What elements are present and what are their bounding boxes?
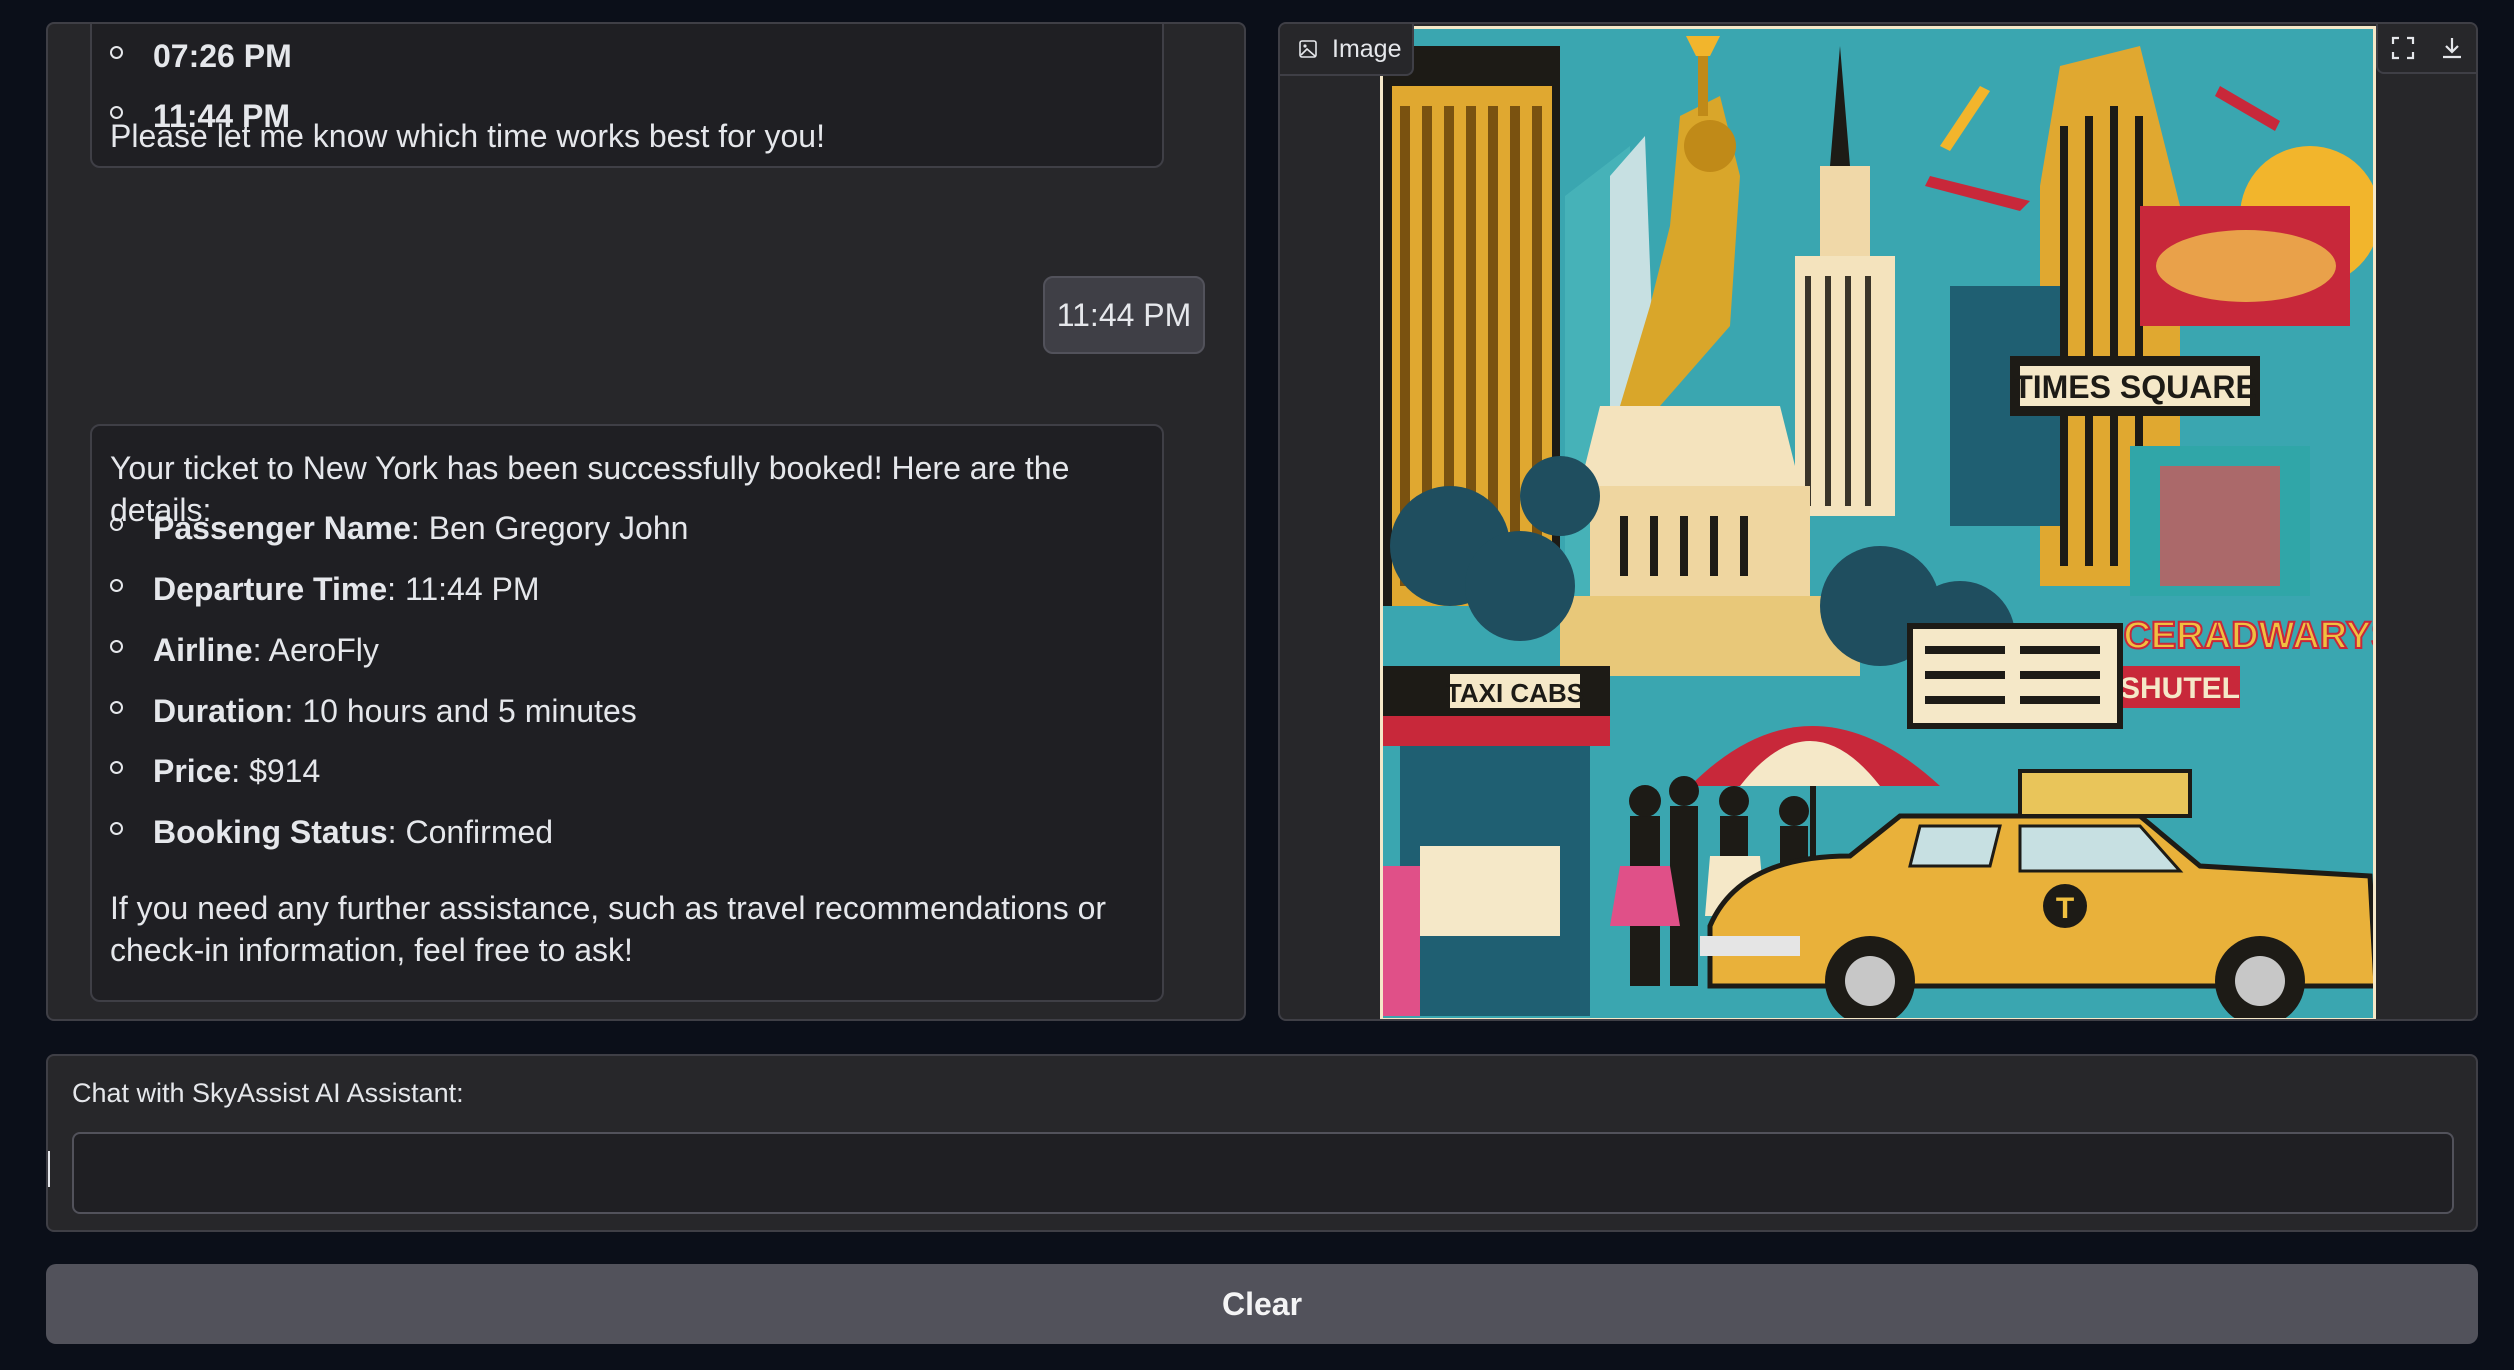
time-option: 07:26 PM <box>153 38 292 74</box>
bullet-icon <box>110 579 123 592</box>
user-message: 11:44 PM <box>1043 276 1205 354</box>
text-cursor <box>48 1151 50 1187</box>
image-panel: Image TIMES SQUARE CERADWARYS SHUTEL TAX… <box>1278 22 2478 1021</box>
bot-message: 07:26 PM 11:44 PM Please let me know whi… <box>90 24 1164 168</box>
bullet-icon <box>110 518 123 531</box>
chatbot-panel[interactable]: 07:26 PM 11:44 PM Please let me know whi… <box>46 22 1246 1021</box>
message-text: Please let me know which time works best… <box>110 118 825 154</box>
image-icon <box>1299 40 1317 58</box>
detail-value: : 10 hours and 5 minutes <box>284 693 637 729</box>
chat-input-label: Chat with SkyAssist AI Assistant: <box>72 1078 464 1108</box>
detail-value: : AeroFly <box>252 632 379 668</box>
bullet-icon <box>110 822 123 835</box>
detail-label: Airline <box>153 632 253 668</box>
new-york-poster-illustration: TIMES SQUARE CERADWARYS SHUTEL TAXI CABS <box>1380 26 2376 1019</box>
fullscreen-icon[interactable] <box>2390 35 2416 61</box>
taxi-logo: T <box>2056 892 2074 925</box>
detail-value: : $914 <box>231 753 321 789</box>
image-label: Image <box>1280 24 1414 76</box>
detail-label: Booking Status <box>153 814 388 850</box>
bullet-icon <box>110 46 123 59</box>
bot-message: Your ticket to New York has been success… <box>90 424 1164 1002</box>
chat-input[interactable] <box>72 1132 2454 1214</box>
detail-label: Passenger Name <box>153 510 411 546</box>
taxi-cabs-sign: TAXI CABS <box>1446 678 1584 708</box>
bullet-icon <box>110 701 123 714</box>
hotel-sign: SHUTEL <box>2120 672 2240 705</box>
generated-image: TIMES SQUARE CERADWARYS SHUTEL TAXI CABS <box>1380 26 2376 1019</box>
message-text: If you need any further assistance, such… <box>110 890 1107 968</box>
image-toolbar <box>2376 24 2476 74</box>
broadway-sign: CERADWARYS <box>2123 615 2376 657</box>
detail-label: Price <box>153 753 232 789</box>
bullet-icon <box>110 640 123 653</box>
detail-value: : Confirmed <box>387 814 554 850</box>
image-label-text: Image <box>1332 34 1402 63</box>
bullet-icon <box>110 761 123 774</box>
clear-button[interactable]: Clear <box>46 1264 2478 1344</box>
download-icon[interactable] <box>2439 35 2465 61</box>
detail-label: Departure Time <box>153 571 388 607</box>
chat-input-panel: Chat with SkyAssist AI Assistant: <box>46 1054 2478 1232</box>
detail-value: : 11:44 PM <box>387 571 540 607</box>
detail-value: : Ben Gregory John <box>410 510 689 546</box>
detail-label: Duration <box>153 693 285 729</box>
